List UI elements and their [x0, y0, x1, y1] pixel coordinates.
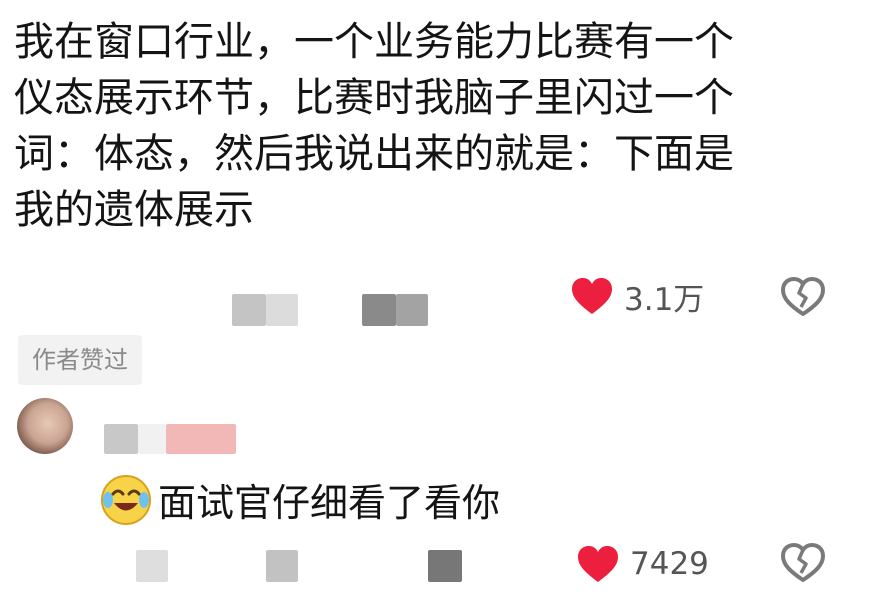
blurred-username[interactable]	[138, 424, 166, 454]
like-button[interactable]: 3.1万	[570, 274, 704, 318]
heart-icon	[572, 278, 612, 314]
like-button[interactable]: 7429	[576, 542, 709, 586]
broken-heart-icon	[781, 277, 825, 316]
reply-text: 面试官仔细看了看你	[158, 481, 501, 525]
author-liked-badge: 作者赞过	[18, 335, 142, 385]
blurred-action[interactable]	[266, 550, 298, 582]
comment-action-bar: 3.1万	[0, 274, 879, 326]
blurred-action[interactable]	[428, 550, 462, 582]
dislike-button[interactable]	[779, 542, 827, 588]
crying-laughing-emoji-icon	[101, 474, 151, 525]
dislike-button[interactable]	[779, 276, 827, 322]
broken-heart-icon	[781, 543, 825, 582]
avatar[interactable]	[17, 398, 73, 454]
blurred-action[interactable]	[362, 294, 396, 326]
blurred-username[interactable]	[104, 424, 138, 454]
blurred-action[interactable]	[396, 294, 428, 326]
reply-body: 面试官仔细看了看你	[100, 472, 500, 527]
blurred-username[interactable]	[166, 424, 236, 454]
blurred-action[interactable]	[232, 294, 266, 326]
heart-icon	[578, 546, 618, 582]
blurred-action[interactable]	[266, 294, 298, 326]
reply-action-bar: 7429	[0, 542, 879, 586]
like-count: 7429	[630, 546, 709, 582]
like-count: 3.1万	[624, 281, 705, 318]
blurred-action[interactable]	[136, 550, 168, 582]
comment-body: 我在窗口行业，一个业务能力比赛有一个 仪态展示环节，比赛时我脑子里闪过一个 词：…	[14, 19, 734, 233]
